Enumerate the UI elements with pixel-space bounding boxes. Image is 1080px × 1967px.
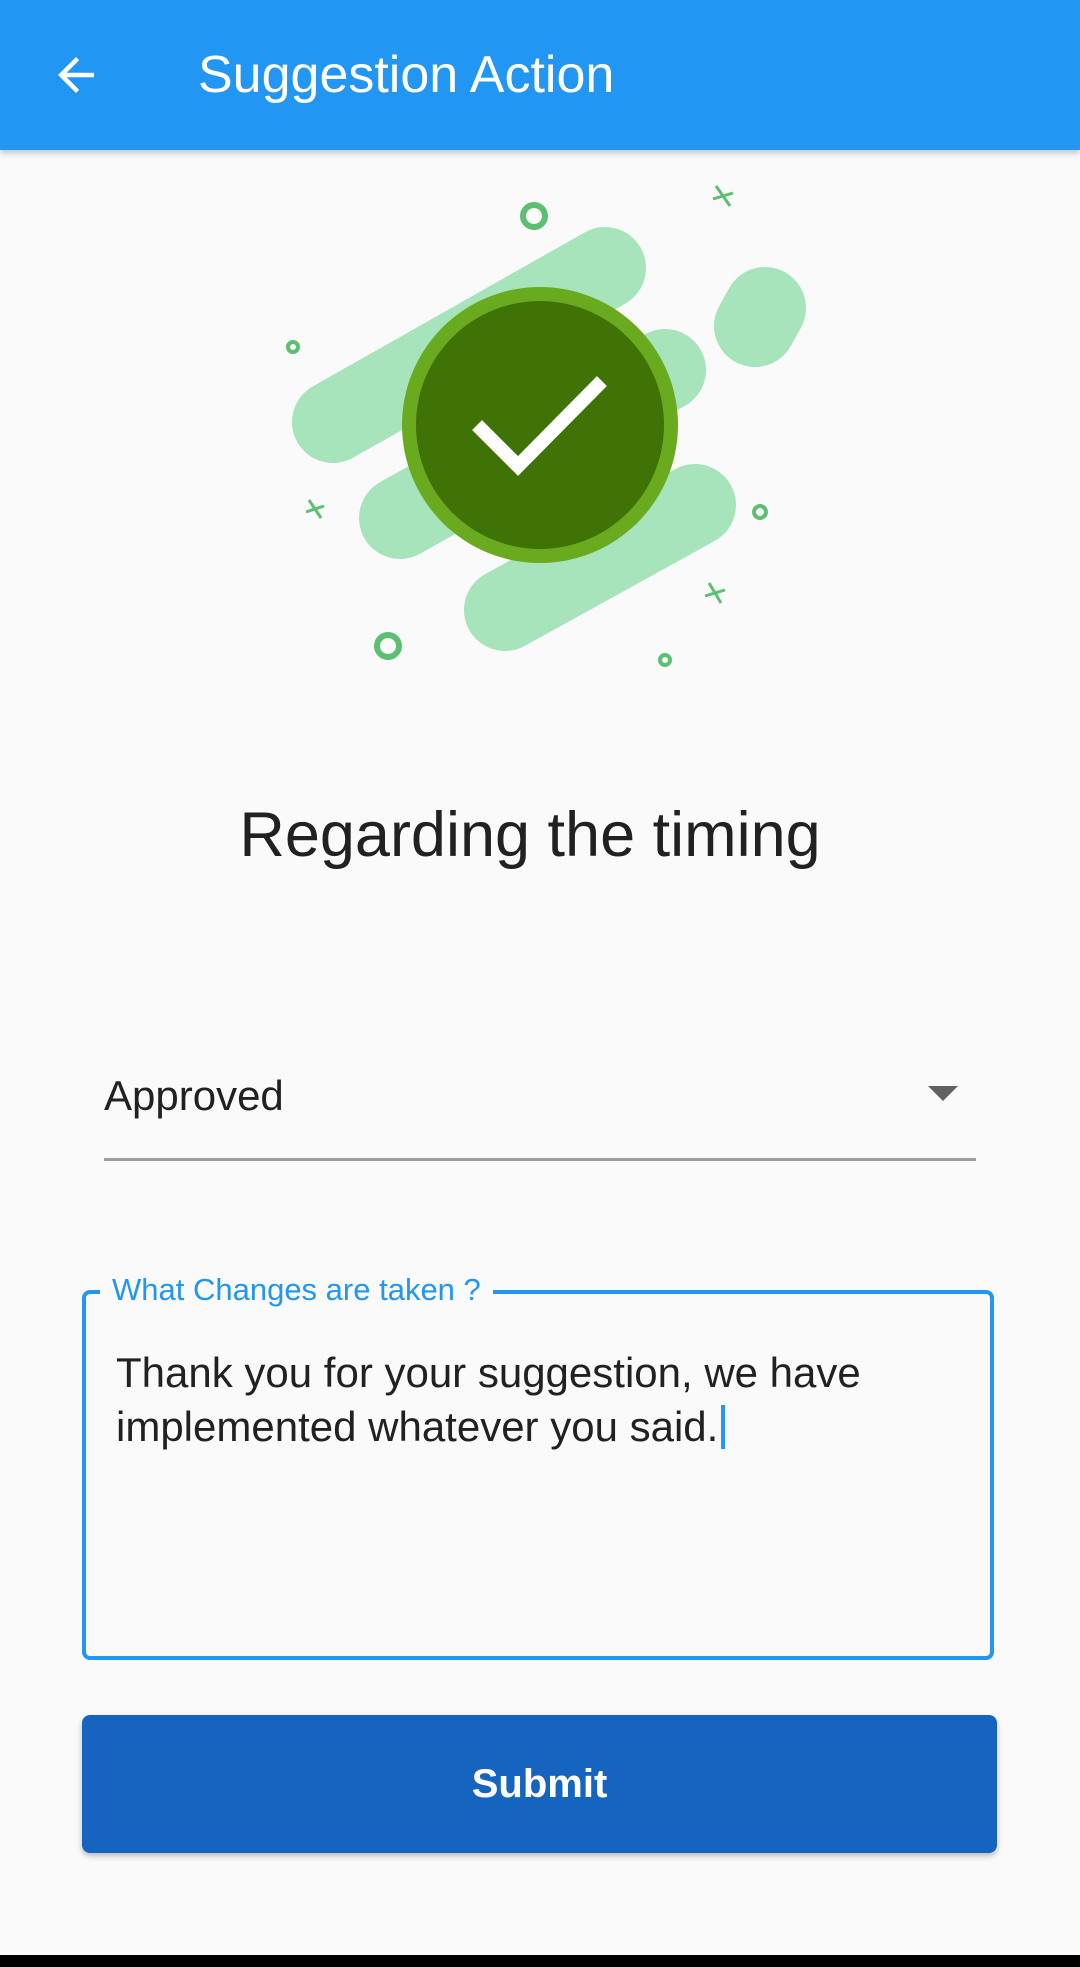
suggestion-heading: Regarding the timing	[239, 800, 821, 870]
submit-button[interactable]: Submit	[82, 1715, 997, 1853]
changes-text: Thank you for your suggestion, we have i…	[116, 1349, 861, 1450]
text-cursor	[721, 1405, 726, 1449]
changes-textarea[interactable]: What Changes are taken ? Thank you for y…	[82, 1270, 994, 1660]
check-circle-fill	[416, 301, 664, 549]
app-bar: Suggestion Action	[0, 0, 1080, 150]
changes-textarea-label: What Changes are taken ?	[100, 1270, 493, 1310]
success-illustration	[286, 185, 806, 667]
page-title: Suggestion Action	[198, 46, 615, 104]
bar-shape-4	[714, 267, 806, 367]
arrow-back-icon	[58, 57, 94, 93]
status-dropdown-value: Approved	[104, 1072, 284, 1119]
status-dropdown[interactable]: Approved	[104, 1050, 976, 1161]
back-button[interactable]	[36, 35, 116, 115]
screen: Suggestion Action Regarding the timing A…	[0, 0, 1080, 1955]
changes-textarea-value: Thank you for your suggestion, we have i…	[116, 1346, 956, 1454]
arrow-drop-down-icon	[928, 1086, 958, 1101]
